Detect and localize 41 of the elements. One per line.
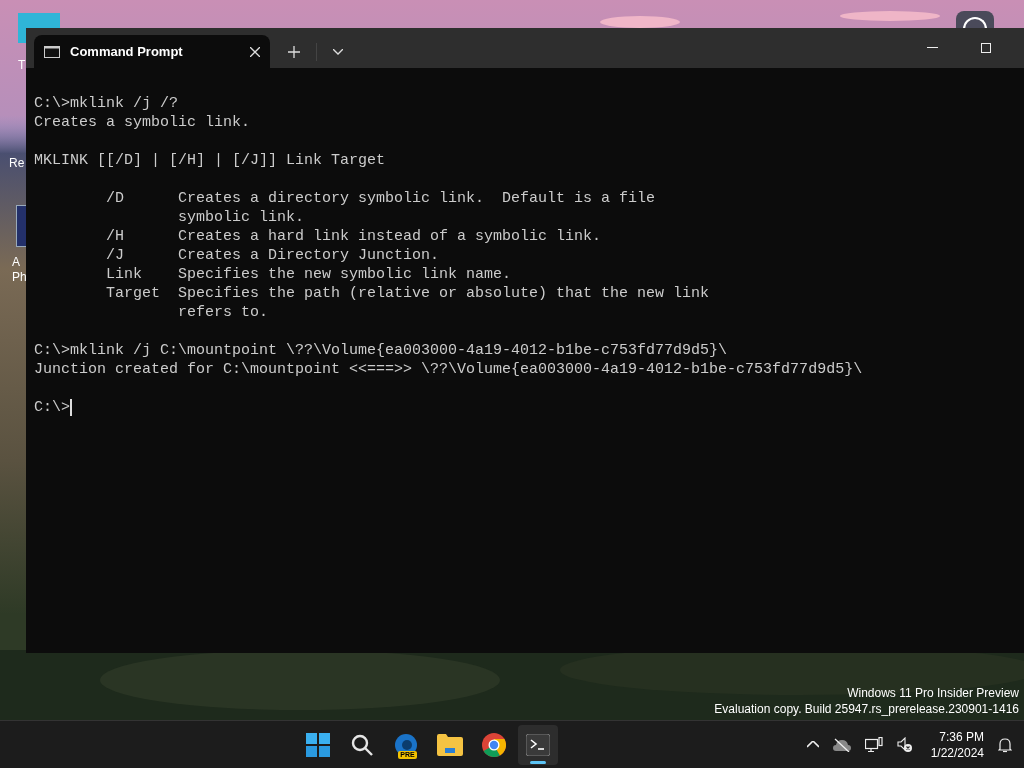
close-icon[interactable]	[250, 46, 260, 57]
console-line: /D Creates a directory symbolic link. Default is a file	[105, 189, 656, 208]
tab[interactable]: Command Prompt	[34, 35, 270, 68]
console-line: C:\>mklink /j /?	[34, 94, 179, 113]
minimize-icon[interactable]	[927, 47, 938, 49]
volume-muted-icon[interactable]	[896, 736, 913, 753]
console-line: C:\>mklink /j C:\mountpoint \??\Volume{ea003000-4a19-4012-b1be-c753fd77d9d5}\	[34, 341, 728, 360]
cloud-off-icon[interactable]	[832, 737, 851, 752]
desktop-icon-label: T	[18, 58, 26, 73]
search-icon	[350, 732, 375, 757]
chrome-icon	[482, 732, 507, 757]
new-tab-icon[interactable]	[288, 45, 300, 58]
taskbar-app[interactable]	[518, 724, 559, 765]
console-line: /H Creates a hard link instead of a symbolic link.	[105, 227, 602, 246]
desktop-icon-label: Re	[9, 156, 25, 171]
console-line: Junction created for C:\mountpoint <<===>> \??\Volume{ea003000-4a19-4012-b1be-c753fd77d9d5}\	[34, 360, 863, 379]
console-line: refers to.	[177, 303, 269, 322]
folder-icon	[437, 733, 464, 756]
network-icon[interactable]	[864, 736, 883, 753]
console-icon	[44, 45, 60, 58]
console-line: /J Creates a Directory Junction.	[105, 246, 440, 265]
console-line: Link Specifies the new symbolic link name.	[105, 265, 512, 284]
bell-icon[interactable]	[998, 736, 1012, 753]
chevron-up-icon[interactable]	[806, 741, 819, 748]
console-line: Creates a symbolic link.	[34, 113, 251, 132]
windows-logo-icon	[306, 732, 331, 757]
clock-date[interactable]: 1/22/2024	[930, 744, 984, 761]
desktop-icon-label: A Ph	[12, 255, 27, 285]
console-line: C:\>	[34, 398, 70, 417]
console-line: symbolic link.	[177, 208, 305, 227]
console-line: MKLINK [[/D] | [/H] | [/J]] Link Target	[34, 151, 386, 170]
widget-icon[interactable]	[956, 11, 994, 28]
evaluation-notice: Evaluation copy. Build 25947.rs_prerelease.230901-1416	[714, 701, 1019, 717]
evaluation-notice: Windows 11 Pro Insider Preview	[847, 685, 1019, 701]
active-indicator	[530, 760, 547, 764]
tab-title: Command Prompt	[70, 42, 184, 61]
console-line: Target Specifies the path (relative or absolute) that the new link	[105, 284, 710, 303]
dropdown-icon[interactable]	[333, 48, 343, 55]
clock-time[interactable]: 7:36 PM	[939, 728, 984, 745]
terminal-icon	[526, 733, 551, 756]
maximize-icon[interactable]	[981, 43, 991, 53]
